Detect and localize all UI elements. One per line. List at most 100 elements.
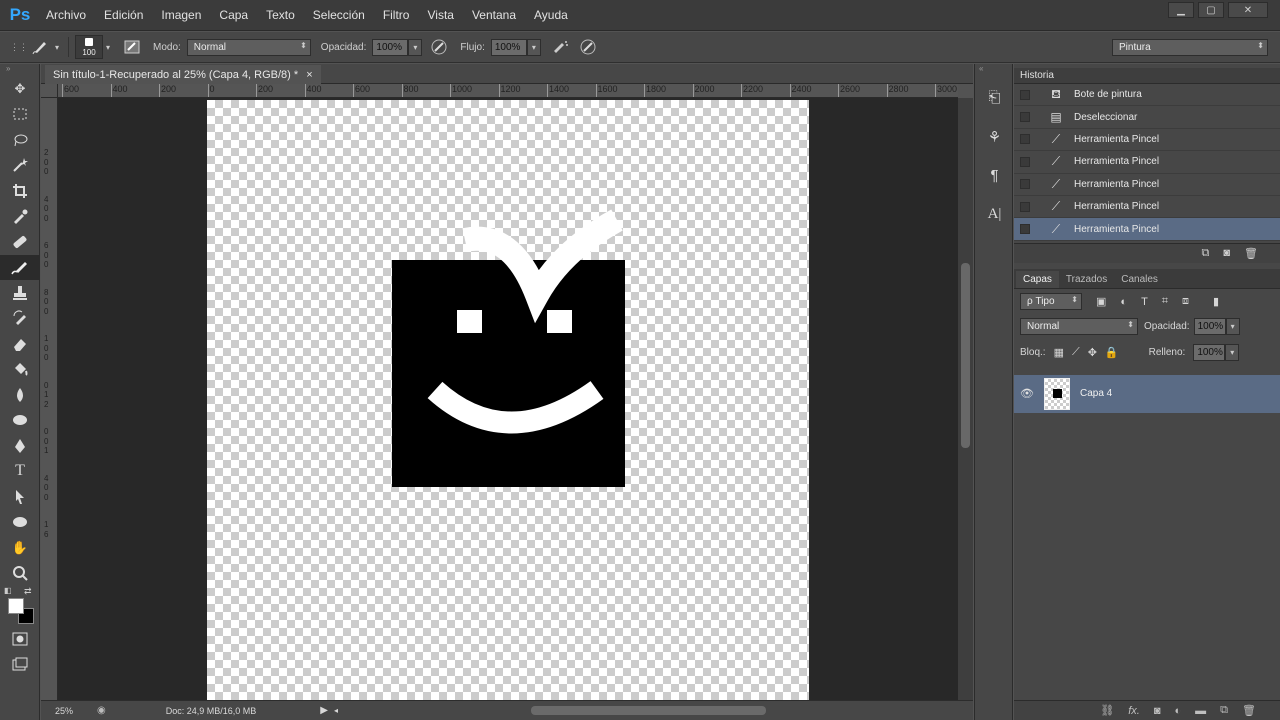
document-tab[interactable]: Sin título-1-Recuperado al 25% (Capa 4, … <box>45 65 321 84</box>
character-panel-icon[interactable]: A| <box>975 195 1014 234</box>
move-tool-icon[interactable]: ✥ <box>0 76 40 102</box>
new-adjustment-layer-icon[interactable]: ◐ <box>1175 705 1182 717</box>
brush-panel-toggle-icon[interactable] <box>121 37 143 57</box>
new-document-from-state-icon[interactable]: ⧉ <box>1202 247 1210 260</box>
history-snapshot-checkbox[interactable] <box>1020 179 1030 190</box>
foreground-color-swatch[interactable] <box>8 598 24 614</box>
close-tab-icon[interactable]: × <box>306 69 312 81</box>
layer-opacity-field[interactable]: 100% <box>1193 318 1226 336</box>
menu-texto[interactable]: Texto <box>257 8 304 22</box>
history-item[interactable]: ⟋ Herramienta Pincel <box>1014 196 1280 219</box>
filter-type-icon[interactable]: T <box>1141 296 1148 308</box>
lock-pixels-icon[interactable]: ⟋ <box>1072 346 1080 359</box>
history-item[interactable]: ⟋ Herramienta Pincel <box>1014 174 1280 196</box>
tab-trazados[interactable]: Trazados <box>1059 271 1114 288</box>
menu-ventana[interactable]: Ventana <box>463 8 525 22</box>
flow-dropdown-icon[interactable]: ▾ <box>526 38 541 56</box>
new-snapshot-icon[interactable]: ◙ <box>1223 247 1230 259</box>
marquee-tool-icon[interactable] <box>0 102 40 128</box>
history-item[interactable]: ⛾ Bote de pintura <box>1014 84 1280 107</box>
screen-mode-icon[interactable] <box>0 652 40 678</box>
clone-stamp-tool-icon[interactable] <box>0 280 40 306</box>
canvas-area[interactable] <box>58 98 958 700</box>
swap-colors-icon[interactable]: ⇄ <box>24 586 32 597</box>
tab-capas[interactable]: Capas <box>1016 270 1059 288</box>
history-item[interactable]: ▤ Deseleccionar <box>1014 106 1280 129</box>
history-panel-icon[interactable]: ⎗ <box>975 78 1014 117</box>
type-tool-icon[interactable]: T <box>0 459 40 485</box>
fill-field[interactable]: 100% <box>1193 344 1226 362</box>
brush-tool-icon[interactable] <box>0 254 40 280</box>
menu-filtro[interactable]: Filtro <box>374 8 419 22</box>
menu-edicion[interactable]: Edición <box>95 8 152 22</box>
paragraph-panel-icon[interactable]: ¶ <box>975 156 1014 195</box>
path-selection-tool-icon[interactable] <box>0 484 40 510</box>
menu-imagen[interactable]: Imagen <box>152 8 210 22</box>
brush-presets-panel-icon[interactable]: ⚘ <box>975 117 1014 156</box>
lasso-tool-icon[interactable] <box>0 127 40 153</box>
flow-field[interactable]: 100% <box>490 38 527 56</box>
airbrush-icon[interactable] <box>549 37 571 57</box>
mode-select[interactable]: Normal ⬍ <box>186 38 311 56</box>
add-mask-icon[interactable]: ◙ <box>1154 705 1161 717</box>
strip-collapse-icon[interactable]: « <box>975 64 1012 78</box>
filter-smart-object-icon[interactable]: ⧈ <box>1182 295 1189 308</box>
link-layers-icon[interactable]: ⛓ <box>1100 704 1114 717</box>
history-brush-tool-icon[interactable] <box>0 306 40 332</box>
maximize-button[interactable]: ▢ <box>1198 2 1224 18</box>
menu-seleccion[interactable]: Selección <box>304 8 374 22</box>
menu-vista[interactable]: Vista <box>418 8 462 22</box>
magic-wand-tool-icon[interactable] <box>0 153 40 179</box>
crop-tool-icon[interactable] <box>0 178 40 204</box>
eyedropper-tool-icon[interactable] <box>0 204 40 230</box>
menu-archivo[interactable]: Archivo <box>34 8 95 22</box>
zoom-level[interactable]: 25% <box>55 706 95 716</box>
status-share-icon[interactable]: ◉ <box>97 705 106 716</box>
fill-dropdown-icon[interactable]: ▾ <box>1225 344 1240 362</box>
close-window-button[interactable]: ✕ <box>1228 2 1268 18</box>
history-snapshot-checkbox[interactable] <box>1020 156 1030 167</box>
delete-state-icon[interactable]: 🗑 <box>1244 247 1258 260</box>
scroll-left-icon[interactable]: ◂ <box>334 706 338 715</box>
quick-mask-icon[interactable] <box>0 626 40 652</box>
history-snapshot-checkbox[interactable] <box>1020 224 1030 235</box>
history-item[interactable]: ⟋ Herramienta Pincel <box>1014 151 1280 174</box>
history-item-selected[interactable]: ⟋ Herramienta Pincel <box>1014 218 1280 241</box>
new-layer-icon[interactable]: ⧉ <box>1220 704 1228 717</box>
vertical-scrollbar[interactable] <box>958 98 973 700</box>
brush-size-picker[interactable]: 100 <box>75 35 103 59</box>
workspace-select[interactable]: Pintura ⬍ <box>1112 38 1268 56</box>
filter-pixel-icon[interactable]: ▣ <box>1096 295 1106 308</box>
filter-shape-icon[interactable]: ⌗ <box>1162 295 1168 308</box>
layer-name[interactable]: Capa 4 <box>1080 388 1112 399</box>
healing-brush-tool-icon[interactable] <box>0 229 40 255</box>
history-snapshot-checkbox[interactable] <box>1020 201 1030 212</box>
tab-canales[interactable]: Canales <box>1114 271 1165 288</box>
vertical-scroll-thumb[interactable] <box>961 263 970 448</box>
eraser-tool-icon[interactable] <box>0 331 40 357</box>
document-canvas[interactable] <box>207 100 809 700</box>
minimize-button[interactable]: ▁ <box>1168 2 1194 18</box>
lock-transparency-icon[interactable]: ▦ <box>1054 346 1064 359</box>
opacity-field[interactable]: 100% <box>372 38 409 56</box>
brush-preset-dropdown-icon[interactable]: ▾ <box>52 39 62 56</box>
pressure-size-icon[interactable] <box>577 37 599 57</box>
brush-preset-icon[interactable] <box>30 37 52 57</box>
pressure-opacity-icon[interactable] <box>428 37 450 57</box>
layer-filter-select[interactable]: ρ Tipo ⬍ <box>1020 293 1082 311</box>
lock-all-icon[interactable]: 🔒 <box>1105 346 1119 359</box>
new-group-icon[interactable]: ▬ <box>1195 705 1206 717</box>
opacity-dropdown-icon[interactable]: ▾ <box>408 38 423 56</box>
layer-row[interactable]: 👁 Capa 4 <box>1014 374 1280 413</box>
zoom-tool-icon[interactable] <box>0 561 40 587</box>
history-snapshot-checkbox[interactable] <box>1020 112 1030 123</box>
brush-size-dropdown-icon[interactable]: ▾ <box>103 39 113 56</box>
pen-tool-icon[interactable] <box>0 433 40 459</box>
history-snapshot-checkbox[interactable] <box>1020 89 1030 100</box>
delete-layer-icon[interactable]: 🗑 <box>1242 704 1256 717</box>
sponge-tool-icon[interactable] <box>0 408 40 434</box>
ellipse-tool-icon[interactable] <box>0 510 40 536</box>
hand-tool-icon[interactable]: ✋ <box>0 535 40 561</box>
menu-capa[interactable]: Capa <box>210 8 257 22</box>
history-snapshot-checkbox[interactable] <box>1020 134 1030 145</box>
